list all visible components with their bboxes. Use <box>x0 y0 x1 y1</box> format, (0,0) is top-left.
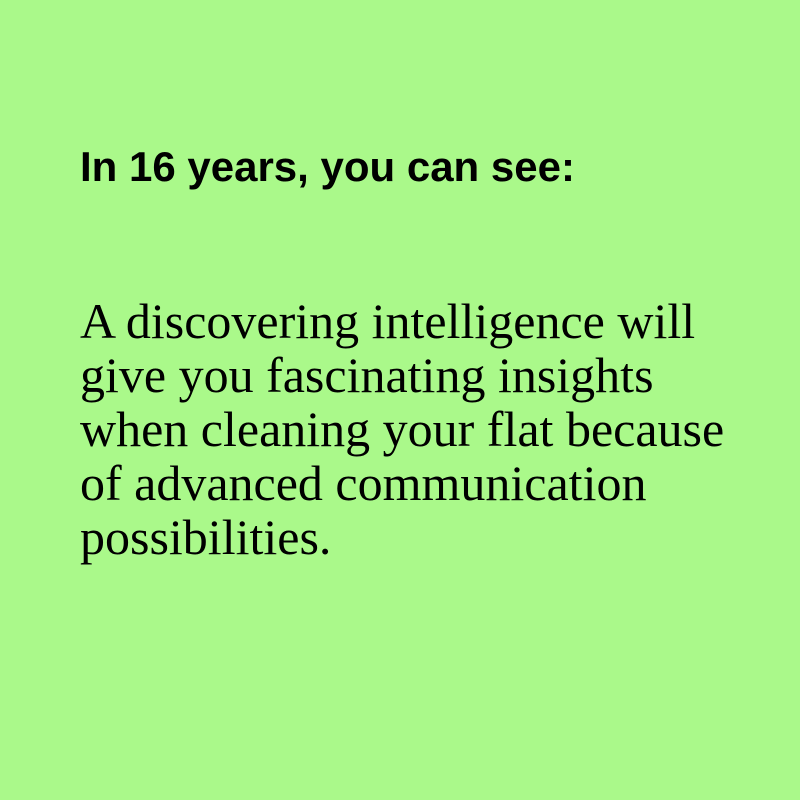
card-heading: In 16 years, you can see: <box>80 143 575 190</box>
card-body-text: A discovering intelligence will give you… <box>80 293 725 565</box>
prediction-card: In 16 years, you can see: A discovering … <box>0 0 800 800</box>
